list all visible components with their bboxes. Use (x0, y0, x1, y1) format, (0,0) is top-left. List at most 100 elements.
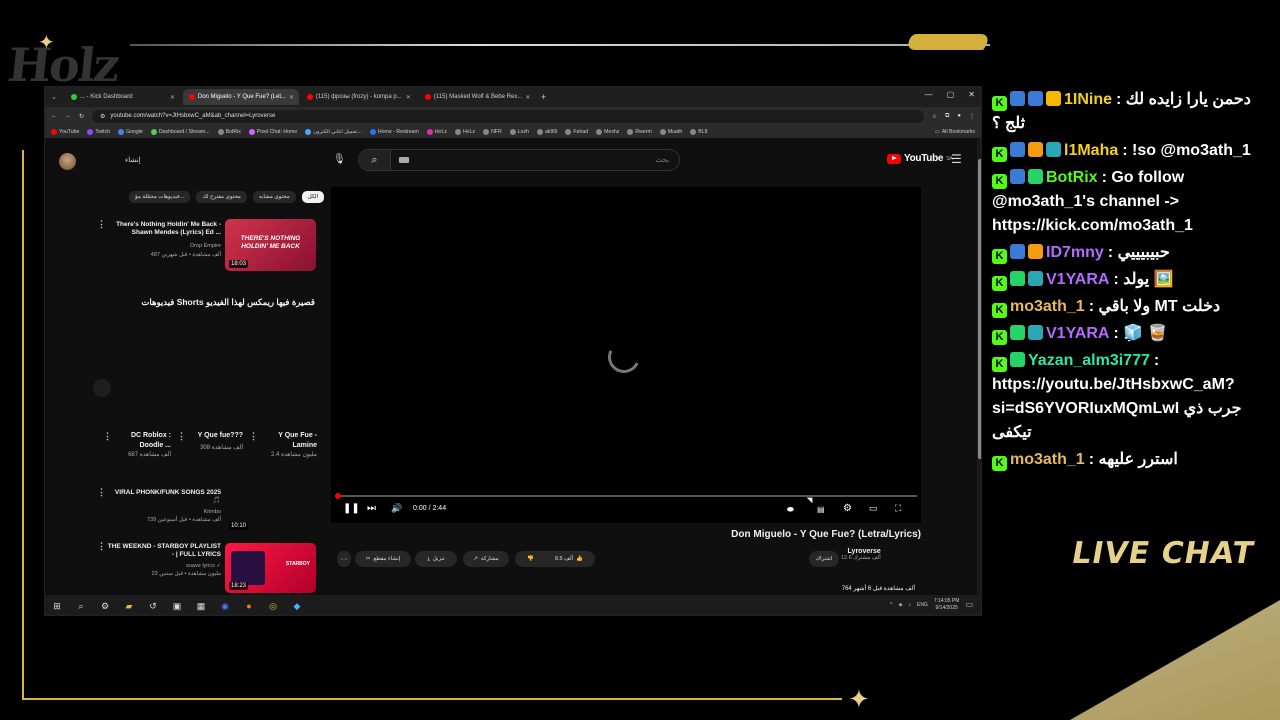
maximize-icon[interactable]: ▢ (947, 90, 955, 99)
keyboard-language[interactable]: ENG (917, 602, 928, 608)
more-options-icon[interactable]: ⋮ (97, 541, 106, 552)
search-icon[interactable]: ⌕ (359, 150, 391, 170)
subtitles-icon[interactable]: ▤ (817, 505, 825, 514)
app-icon[interactable]: ▦ (195, 600, 207, 612)
network-icon[interactable]: ◈ (899, 602, 903, 608)
bookmark-item[interactable]: Meshz (596, 128, 619, 135)
more-options-icon[interactable]: ⋮ (249, 431, 258, 442)
progress-bar[interactable] (335, 493, 917, 499)
bookmark-item[interactable]: Muath (659, 128, 682, 135)
tab-youtube-frozy[interactable]: (115) фрозы (frozy) - kompa p... ✕ (301, 89, 417, 105)
volume-tray-icon[interactable]: ♪ (909, 602, 912, 608)
extensions-icon[interactable]: ⧉ (945, 113, 949, 120)
more-options-icon[interactable]: ⋮ (103, 431, 112, 442)
volume-icon[interactable]: 🔊 (391, 503, 402, 514)
autoplay-toggle-icon[interactable]: ⬬ (787, 505, 794, 515)
more-options-icon[interactable]: ⋮ (97, 219, 106, 230)
chip-uploads[interactable]: فيديوهات محمّلة مؤ... (129, 191, 191, 203)
steam-icon[interactable]: ◆ (291, 600, 303, 612)
close-icon[interactable]: ✕ (406, 94, 411, 101)
create-button[interactable]: إنشاء (125, 156, 141, 164)
bookmark-item[interactable]: NFR (483, 128, 502, 135)
tray-chevron-icon[interactable]: ^ (890, 602, 892, 608)
bookmark-item[interactable]: Fahad (565, 128, 588, 135)
close-icon[interactable]: ✕ (170, 94, 175, 101)
video-channel[interactable]: Drop Empire (107, 243, 221, 250)
short-item[interactable]: Y Que fue??? 308 ألف مشاهدة ⋮ (177, 431, 243, 451)
more-options-icon[interactable]: ⋮ (97, 487, 106, 498)
bookmark-item[interactable]: Lozh (509, 128, 529, 135)
video-title[interactable]: There's Nothing Holdin' Me Back - Shawn … (107, 221, 221, 238)
chat-username[interactable]: Yazan_alm3i777 (1028, 352, 1150, 369)
short-title[interactable]: DC Roblox : Doodle ... (115, 431, 171, 451)
short-item[interactable]: Y Que Fue - Lamine 2.4 مليون مشاهدة ⋮ (249, 431, 317, 458)
chat-username[interactable]: mo3ath_1 (1010, 298, 1085, 315)
chip-recommended[interactable]: محتوى مقترح لك (196, 191, 247, 203)
tab-search-icon[interactable]: ⌄ (51, 93, 57, 101)
app-icon[interactable]: ↺ (147, 600, 159, 612)
all-bookmarks-button[interactable]: ▭ All Bookmarks (935, 129, 975, 135)
discord-icon[interactable]: ◉ (219, 600, 231, 612)
bookmark-item[interactable]: Home - Restream (369, 128, 419, 135)
short-title[interactable]: Y Que Fue - Lamine (255, 431, 317, 451)
more-options-icon[interactable]: ⋮ (177, 431, 186, 442)
video-player[interactable] (331, 187, 921, 523)
close-icon[interactable]: ✕ (289, 94, 294, 101)
page-scrollbar[interactable] (977, 139, 981, 605)
chat-username[interactable]: V1YARA (1046, 271, 1109, 288)
video-title[interactable]: THE WEEKND - STARBOY PLAYLIST - | FULL L… (107, 543, 221, 560)
youtube-logo[interactable]: YouTube SA (887, 153, 953, 164)
video-thumbnail[interactable]: STARBOY 18:23 (225, 543, 316, 593)
fullscreen-icon[interactable]: ⛶ (895, 503, 901, 514)
bookmark-star-icon[interactable]: ☆ (932, 113, 937, 120)
chat-username[interactable]: l1Maha (1064, 142, 1118, 159)
sidebar-video-item[interactable]: ⋮ VIRAL PHONK/FUNK SONGS 2025 🎵 Krimbo 7… (95, 487, 321, 533)
settings-icon[interactable]: ⚙ (843, 503, 852, 514)
short-title[interactable]: Y Que fue??? (185, 431, 243, 441)
share-button[interactable]: ↗ مشاركة (463, 551, 509, 567)
channel-avatar[interactable] (913, 548, 931, 566)
reload-icon[interactable]: ↻ (79, 113, 84, 120)
chat-username[interactable]: BotRix (1046, 169, 1098, 186)
new-tab-button[interactable]: + (541, 92, 546, 102)
bookmark-item[interactable]: Twitch (87, 128, 110, 135)
url-field[interactable]: ⚙ youtube.com/watch?v=JtHsbxwC_aM&ab_chan… (92, 109, 924, 123)
clock[interactable]: 7:14:05 PM 9/14/2025 (934, 598, 960, 611)
file-explorer-icon[interactable]: ▰ (123, 600, 135, 612)
theater-mode-icon[interactable]: ▭ (869, 503, 878, 514)
search-input[interactable]: بحث (656, 156, 669, 164)
firefox-icon[interactable]: ● (243, 600, 255, 612)
chip-all[interactable]: الكل (301, 191, 325, 203)
bookmark-item[interactable]: BotRix (217, 128, 241, 135)
bookmark-item[interactable]: ak90l (536, 128, 557, 135)
tab-youtube-masked-wolf[interactable]: (115) Masked Wolf & Bebe Rex... ✕ (419, 89, 535, 105)
sidebar-video-item[interactable]: ⋮ There's Nothing Holdin' Me Back - Shaw… (95, 219, 321, 275)
bookmark-item[interactable]: BL8 (690, 128, 707, 135)
sidebar-video-item[interactable]: ⋮ THE WEEKND - STARBOY PLAYLIST - | FULL… (95, 541, 321, 593)
search-box[interactable]: ⌕ بحث (358, 149, 680, 171)
download-button[interactable]: ⤓ تنزيل (415, 551, 457, 567)
mic-icon[interactable]: 🎙 (333, 154, 346, 165)
short-item[interactable]: DC Roblox : Doodle ... 687 ألف مشاهدة ⋮ (103, 431, 171, 458)
bookmark-item[interactable]: HoLz (454, 128, 475, 135)
bookmark-item[interactable]: Rwerm (627, 128, 652, 135)
scrollbar-thumb[interactable] (978, 159, 981, 459)
chat-username[interactable]: V1YARA (1046, 325, 1109, 342)
windows-start-icon[interactable]: ⊞ (51, 600, 63, 612)
tab-kick-dashboard[interactable]: ... - Kick Dashboard ✕ (65, 89, 181, 105)
chat-username[interactable]: 1INine (1064, 91, 1112, 108)
bookmark-item[interactable]: Google (118, 128, 143, 135)
channel-name[interactable]: Lyroverse (841, 548, 881, 555)
video-channel[interactable]: suave lyrics ✓ (107, 563, 221, 570)
search-icon[interactable]: ⌕ (75, 600, 87, 612)
bookmark-item[interactable]: YouTube (51, 128, 79, 135)
bookmark-item[interactable]: Dashboard / Stream... (150, 128, 210, 135)
chat-username[interactable]: ID7mny (1046, 244, 1104, 261)
clip-button[interactable]: ✂ إنشاء مقطع (355, 551, 411, 567)
chrome-icon[interactable]: ◎ (267, 600, 279, 612)
browser-menu-icon[interactable]: ⋮ (969, 113, 975, 120)
avatar[interactable] (59, 153, 76, 170)
chip-related[interactable]: محتوى مشابه (252, 191, 296, 203)
close-window-icon[interactable]: ✕ (968, 90, 975, 99)
close-icon[interactable]: ✕ (525, 94, 530, 101)
